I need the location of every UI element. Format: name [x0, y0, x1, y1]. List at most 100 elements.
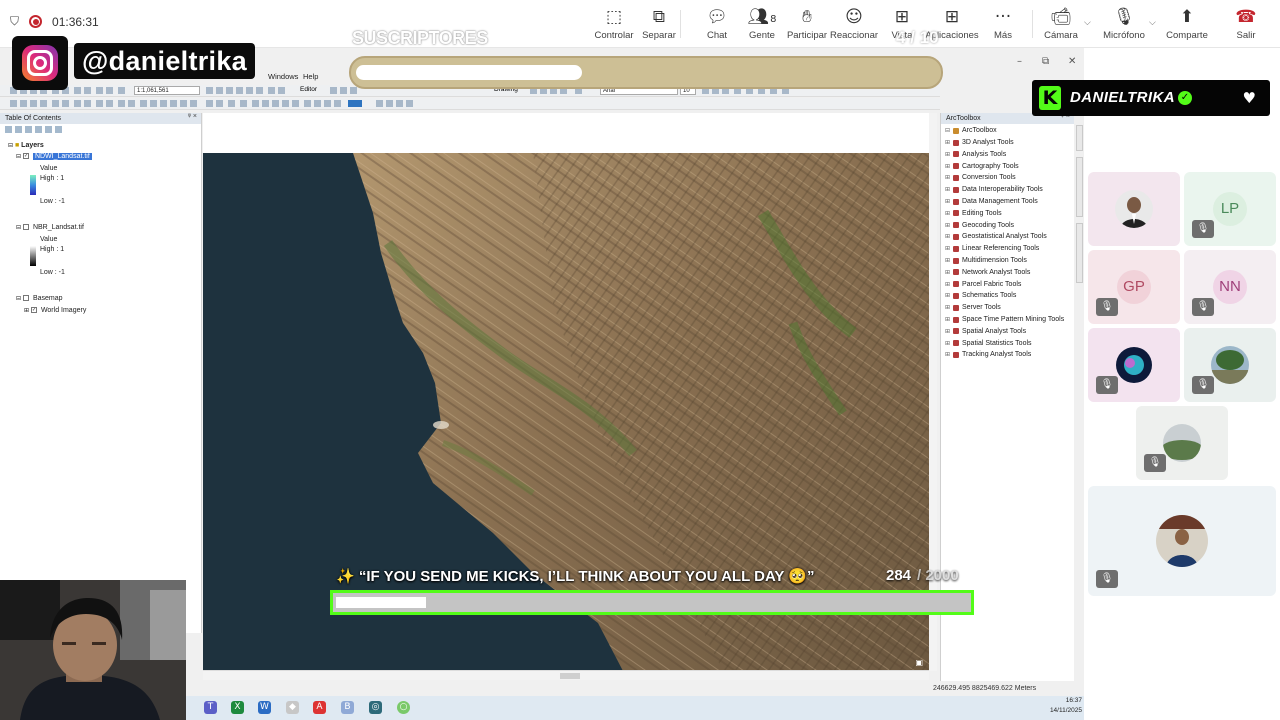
toolbox-item[interactable]: ⊞ Server Tools — [945, 304, 1001, 311]
camera-options-chevron-icon[interactable]: ⌵ — [1084, 18, 1091, 28]
checkbox-icon[interactable]: ✓ — [30, 307, 37, 314]
share-button[interactable]: ⬆ Comparte — [1159, 6, 1215, 44]
toolbox-item[interactable]: ⊞ Schematics Tools — [945, 292, 1016, 299]
toolbox-item[interactable]: ⊞ Conversion Tools — [945, 174, 1016, 181]
participant-tile[interactable]: 🎙︎ — [1184, 328, 1276, 402]
leave-button[interactable]: ☎ Salir — [1218, 6, 1274, 44]
expand-icon[interactable]: ⊞ — [945, 281, 951, 288]
toolbox-item[interactable]: ⊞ Spatial Statistics Tools — [945, 340, 1032, 347]
expand-icon[interactable]: ⊞ — [945, 351, 951, 358]
restore-icon[interactable]: ⧉ — [1042, 56, 1049, 67]
mic-options-chevron-icon[interactable]: ⌵ — [1149, 18, 1156, 28]
expand-icon[interactable]: ⊞ — [945, 304, 951, 311]
expand-icon[interactable]: ⊞ — [945, 198, 951, 205]
checkbox-icon[interactable] — [22, 224, 29, 231]
expand-icon[interactable]: ⊞ — [945, 163, 951, 170]
checkbox-icon[interactable] — [22, 295, 29, 302]
share-icon: ⬆ — [1179, 7, 1195, 27]
toolbox-item[interactable]: ⊞ Geocoding Tools — [945, 222, 1014, 229]
expand-icon[interactable]: ⊞ — [945, 328, 951, 335]
participant-tile[interactable]: LP 🎙︎ — [1184, 172, 1276, 246]
search-app-icon[interactable]: ◎ — [369, 701, 382, 714]
expand-icon[interactable]: ⊞ — [945, 222, 951, 229]
side-tab[interactable] — [1076, 157, 1083, 217]
toolbox-item[interactable]: ⊞ Parcel Fabric Tools — [945, 281, 1021, 288]
system-clock[interactable]: 16:37 14/11/2025 — [1050, 696, 1082, 716]
expand-icon[interactable]: ⊞ — [945, 151, 951, 158]
toolbox-item[interactable]: ⊞ Analysis Tools — [945, 151, 1006, 158]
layer-basemap[interactable]: ⊟ Basemap — [16, 295, 63, 302]
toolbox-item[interactable]: ⊞ Data Interoperability Tools — [945, 186, 1043, 193]
tools-toolbar — [0, 98, 940, 110]
chrome-app-icon[interactable]: ○ — [397, 701, 410, 714]
word-app-icon[interactable]: W — [258, 701, 271, 714]
more-button[interactable]: ··· Más — [975, 6, 1031, 44]
side-tab[interactable] — [1076, 125, 1083, 151]
layer-world-imagery[interactable]: ⊞ ✓ World Imagery — [24, 307, 86, 314]
checkbox-icon[interactable]: ✓ — [22, 153, 29, 160]
layers-node[interactable]: ⊟ ■ Layers — [8, 142, 44, 149]
microphone-button[interactable]: 🎙︎ Micrófono — [1096, 6, 1152, 44]
toolbox-icon — [953, 269, 959, 276]
close-icon[interactable]: ✕ — [1068, 56, 1076, 67]
participant-tile[interactable]: NN 🎙︎ — [1184, 250, 1276, 324]
taskbar: T X W ◆ A B ◎ ○ 16:37 14/11/2025 — [186, 696, 1084, 720]
expand-icon[interactable]: ⊞ — [945, 139, 951, 146]
expand-icon[interactable]: ⊞ — [945, 269, 951, 276]
participant-initials: NN — [1213, 270, 1247, 304]
map-overview-icon[interactable]: ▣ — [915, 658, 923, 667]
layer-ndwi[interactable]: ⊟ ✓ NDWI_Landsat.tif — [16, 153, 92, 160]
gis-app-icon[interactable]: ◆ — [286, 701, 299, 714]
toolbox-item[interactable]: ⊞ Editing Tools — [945, 210, 1002, 217]
expand-icon[interactable]: ⊞ — [945, 316, 951, 323]
toolbox-item[interactable]: ⊞ Multidimension Tools — [945, 257, 1027, 264]
editor-menu[interactable]: Editor — [300, 86, 317, 93]
expand-icon[interactable]: ⊞ — [945, 340, 951, 347]
expand-icon[interactable]: ⊞ — [945, 186, 951, 193]
map-vertical-scrollbar[interactable] — [929, 113, 937, 671]
expand-icon[interactable]: ⊞ — [945, 257, 951, 264]
subscribers-goal-label: SUSCRIPTORES — [352, 28, 488, 48]
participant-tile[interactable]: 🎙︎ — [1088, 328, 1180, 402]
toolbox-root[interactable]: ⊟ ArcToolbox — [945, 127, 997, 134]
toolbox-item[interactable]: ⊞ Tracking Analyst Tools — [945, 351, 1031, 358]
side-tab[interactable] — [1076, 223, 1083, 283]
toolbox-item[interactable]: ⊞ 3D Analyst Tools — [945, 139, 1014, 146]
scroll-thumb[interactable] — [560, 673, 580, 679]
layer-nbr[interactable]: ⊟ NBR_Landsat.tif — [16, 224, 84, 231]
toolbox-item[interactable]: ⊞ Linear Referencing Tools — [945, 245, 1039, 252]
expand-icon[interactable]: ⊞ — [945, 245, 951, 252]
minimize-icon[interactable]: – — [1017, 56, 1022, 67]
expand-icon[interactable]: ⊞ — [945, 174, 951, 181]
map-horizontal-scrollbar[interactable] — [203, 670, 929, 680]
participant-tile[interactable]: 🎙︎ — [1136, 406, 1228, 480]
excel-app-icon[interactable]: X — [231, 701, 244, 714]
toolbox-item[interactable]: ⊞ Network Analyst Tools — [945, 269, 1030, 276]
expand-icon[interactable]: ⊞ — [945, 292, 951, 299]
toolbox-icon — [953, 222, 959, 229]
toolbox-item[interactable]: ⊞ Geostatistical Analyst Tools — [945, 233, 1047, 240]
toolbox-icon — [953, 351, 959, 358]
participant-initials: LP — [1213, 192, 1247, 226]
menu-windows[interactable]: Windows — [268, 72, 298, 81]
participant-tile[interactable] — [1088, 172, 1180, 246]
verified-icon: ✓ — [1178, 91, 1192, 105]
pin-close-icon[interactable]: ᵠ × — [188, 113, 197, 120]
toolbox-item[interactable]: ⊞ Data Management Tools — [945, 198, 1038, 205]
camera-button[interactable]: 📹︎ Cámara — [1033, 6, 1089, 44]
expand-icon[interactable]: ⊞ — [945, 210, 951, 217]
toolbox-item[interactable]: ⊞ Spatial Analyst Tools — [945, 328, 1026, 335]
toolbox-item[interactable]: ⊞ Space Time Pattern Mining Tools — [945, 316, 1064, 323]
teams-app-icon[interactable]: T — [204, 701, 217, 714]
menu-help[interactable]: Help — [303, 72, 318, 81]
kicks-goal-message: ✨ “IF YOU SEND ME KICKS, I’LL THINK ABOU… — [336, 568, 815, 585]
map-scale-field[interactable]: 1:1,061,561 — [134, 86, 200, 95]
toolbox-item[interactable]: ⊞ Cartography Tools — [945, 163, 1019, 170]
browser-app-icon[interactable]: B — [341, 701, 354, 714]
participant-tile[interactable]: GP 🎙︎ — [1088, 250, 1180, 324]
expand-icon[interactable]: ⊞ — [945, 233, 951, 240]
pdf-app-icon[interactable]: A — [313, 701, 326, 714]
map-view[interactable]: ▣ — [203, 113, 929, 671]
popout-button[interactable]: ⧉ Separar — [631, 6, 687, 44]
participant-tile[interactable]: 🎙︎ — [1088, 486, 1276, 596]
